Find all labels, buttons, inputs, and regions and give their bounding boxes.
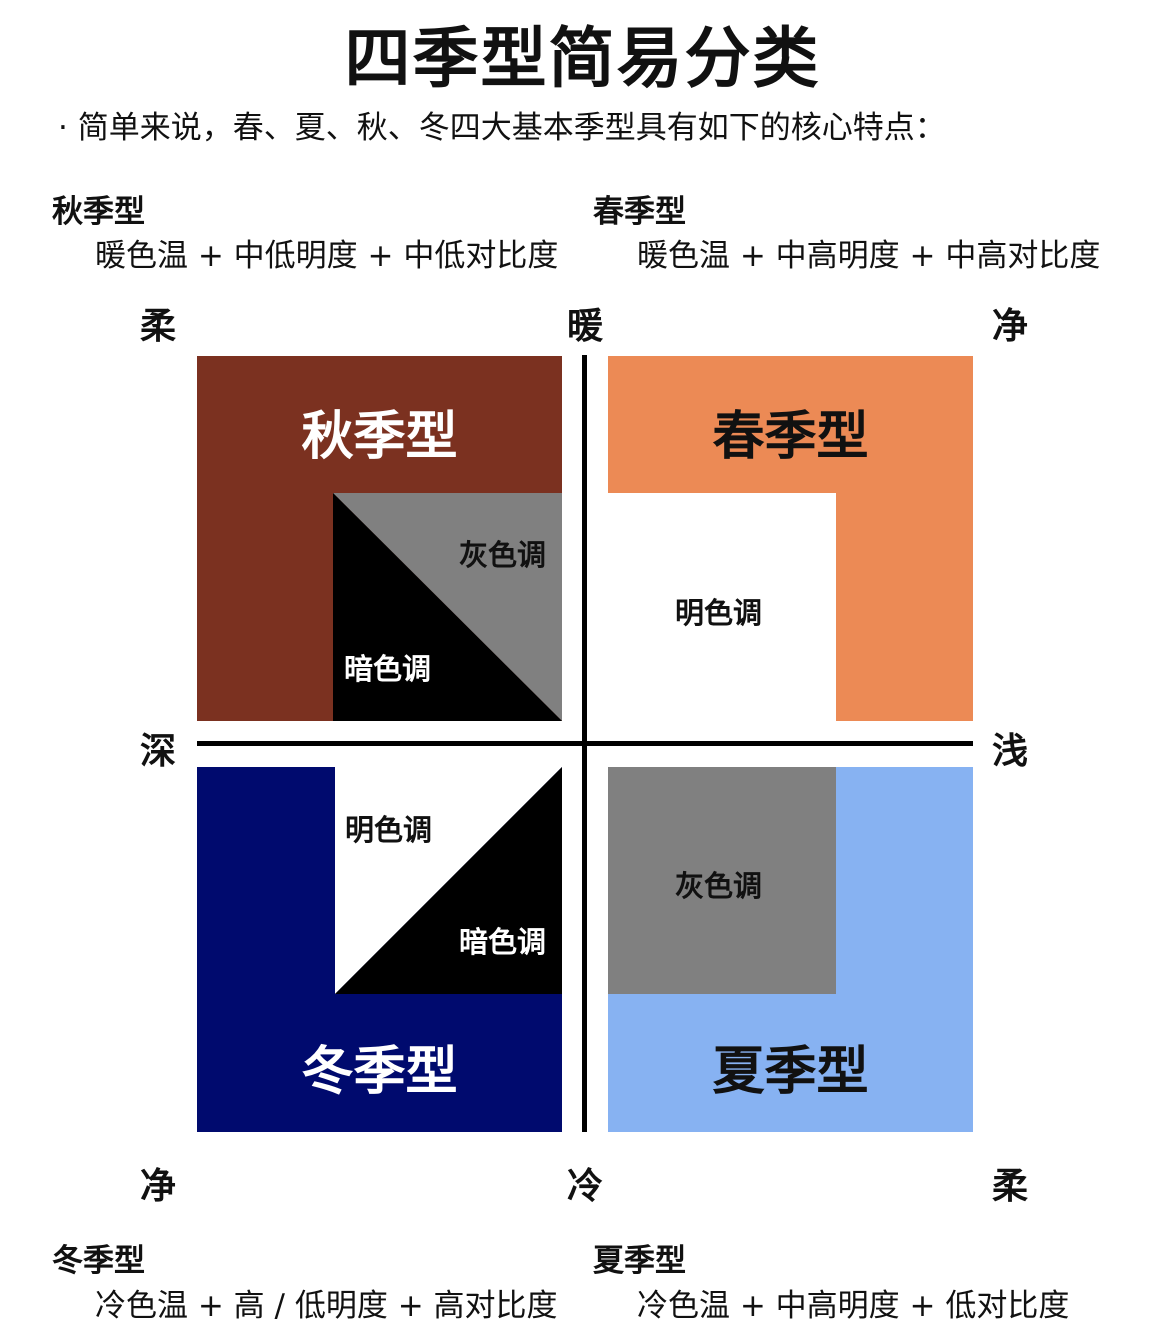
axis-label-top: 暖 (566, 306, 603, 347)
winter-section-title: 冬季型 (52, 1243, 145, 1279)
spring-light-tone: 明色调 (675, 596, 763, 630)
spring-section-desc: 暖色温 + 中高明度 + 中高对比度 (637, 238, 1101, 274)
axis-label-left: 深 (139, 731, 176, 772)
axis-label-right: 浅 (991, 731, 1028, 772)
summer-quadrant: 夏季型 灰色调 (608, 767, 973, 1132)
spring-quadrant: 春季型 明色调 (608, 356, 973, 721)
autumn-section-title: 秋季型 (52, 194, 145, 230)
autumn-label: 秋季型 (301, 407, 458, 467)
horizontal-axis-line (197, 741, 973, 746)
winter-dark-tone: 暗色调 (459, 925, 547, 959)
autumn-quadrant: 秋季型 灰色调 暗色调 (197, 356, 562, 721)
winter-label: 冬季型 (301, 1042, 458, 1102)
axis-label-bottom-right: 柔 (991, 1166, 1028, 1207)
summer-section-title: 夏季型 (593, 1243, 686, 1279)
winter-section-desc: 冷色温 + 高 / 低明度 + 高对比度 (95, 1288, 558, 1324)
spring-label: 春季型 (712, 407, 869, 467)
summer-section-desc: 冷色温 + 中高明度 + 低对比度 (637, 1288, 1070, 1324)
summer-label: 夏季型 (712, 1042, 869, 1102)
autumn-gray-tone: 灰色调 (459, 538, 547, 572)
summer-gray-tone: 灰色调 (675, 869, 763, 903)
axis-label-top-right: 净 (991, 306, 1028, 347)
page-title: 四季型简易分类 (344, 20, 821, 97)
autumn-section-desc: 暖色温 + 中低明度 + 中低对比度 (95, 238, 559, 274)
autumn-dark-tone: 暗色调 (344, 652, 432, 686)
spring-section-title: 春季型 (593, 194, 686, 230)
axis-label-bottom: 冷 (566, 1166, 603, 1207)
axis-label-top-left: 柔 (139, 306, 176, 347)
subtitle: · 简单来说，春、夏、秋、冬四大基本季型具有如下的核心特点： (58, 110, 946, 146)
winter-light-tone: 明色调 (345, 813, 433, 847)
winter-quadrant: 冬季型 明色调 暗色调 (197, 767, 562, 1132)
axis-label-bottom-left: 净 (139, 1166, 176, 1207)
